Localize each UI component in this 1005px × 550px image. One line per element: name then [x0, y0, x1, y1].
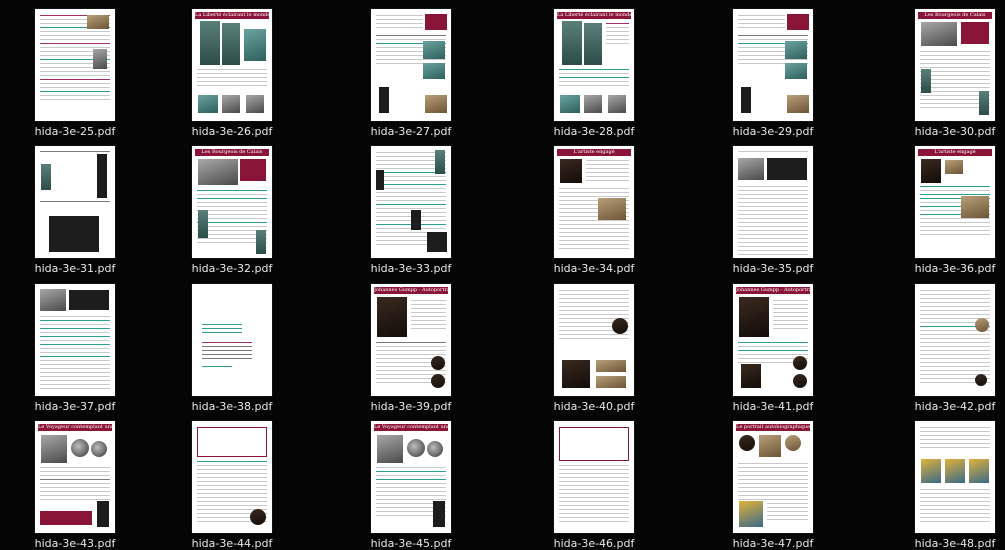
- file-name: hida-3e-30.pdf: [914, 125, 996, 138]
- pdf-thumbnail-icon[interactable]: [554, 421, 634, 533]
- page-banner: Johannes Gumpp - Autoportrait: [374, 287, 448, 294]
- file-name: hida-3e-33.pdf: [370, 262, 452, 275]
- page-banner: L'artiste engagé: [918, 149, 992, 156]
- file-name: hida-3e-31.pdf: [34, 262, 116, 275]
- pdf-thumbnail-icon[interactable]: Les Bourgeois de Calais: [915, 9, 995, 121]
- file-name: hida-3e-25.pdf: [34, 125, 116, 138]
- page-banner: Le Voyageur contemplant une mer de nuage…: [374, 424, 448, 431]
- file-name: hida-3e-43.pdf: [34, 537, 116, 550]
- pdf-thumbnail-icon[interactable]: L'artiste engagé: [915, 146, 995, 258]
- pdf-thumbnail-icon[interactable]: [35, 9, 115, 121]
- file-name: hida-3e-45.pdf: [370, 537, 452, 550]
- pdf-thumbnail-icon[interactable]: Les Bourgeois de Calais: [192, 146, 272, 258]
- file-name: hida-3e-28.pdf: [553, 125, 635, 138]
- page-banner: Les Bourgeois de Calais: [918, 12, 992, 19]
- page-banner: Le portrait autobiographique: [736, 424, 810, 431]
- pdf-thumbnail-icon[interactable]: La Liberté éclairant le monde: [192, 9, 272, 121]
- file-name: hida-3e-42.pdf: [914, 400, 996, 413]
- file-name: hida-3e-27.pdf: [370, 125, 452, 138]
- pdf-thumbnail-icon[interactable]: [915, 284, 995, 396]
- file-name: hida-3e-36.pdf: [914, 262, 996, 275]
- file-name: hida-3e-38.pdf: [191, 400, 273, 413]
- pdf-thumbnail-icon[interactable]: Johannes Gumpp - Autoportrait: [733, 284, 813, 396]
- pdf-thumbnail-icon[interactable]: [733, 9, 813, 121]
- page-banner: Le Voyageur contemplant une mer de nuage…: [38, 424, 112, 431]
- file-name: hida-3e-41.pdf: [732, 400, 814, 413]
- file-name: hida-3e-39.pdf: [370, 400, 452, 413]
- pdf-thumbnail-icon[interactable]: Le portrait autobiographique: [733, 421, 813, 533]
- file-name: hida-3e-26.pdf: [191, 125, 273, 138]
- file-grid: hida-3e-25.pdf La Liberté éclairant le m…: [0, 0, 1005, 550]
- page-banner: Les Bourgeois de Calais: [195, 149, 269, 156]
- file-name: hida-3e-46.pdf: [553, 537, 635, 550]
- file-name: hida-3e-47.pdf: [732, 537, 814, 550]
- file-name: hida-3e-40.pdf: [553, 400, 635, 413]
- file-name: hida-3e-37.pdf: [34, 400, 116, 413]
- pdf-thumbnail-icon[interactable]: Le Voyageur contemplant une mer de nuage…: [35, 421, 115, 533]
- pdf-thumbnail-icon[interactable]: Johannes Gumpp - Autoportrait: [371, 284, 451, 396]
- page-banner: L'artiste engagé: [557, 149, 631, 156]
- page-banner: Johannes Gumpp - Autoportrait: [736, 287, 810, 294]
- file-name: hida-3e-32.pdf: [191, 262, 273, 275]
- file-name: hida-3e-29.pdf: [732, 125, 814, 138]
- pdf-thumbnail-icon[interactable]: [915, 421, 995, 533]
- pdf-thumbnail-icon[interactable]: [35, 284, 115, 396]
- pdf-thumbnail-icon[interactable]: L'artiste engagé: [554, 146, 634, 258]
- pdf-thumbnail-icon[interactable]: [733, 146, 813, 258]
- file-name: hida-3e-34.pdf: [553, 262, 635, 275]
- pdf-thumbnail-icon[interactable]: [192, 284, 272, 396]
- pdf-thumbnail-icon[interactable]: [371, 9, 451, 121]
- file-name: hida-3e-35.pdf: [732, 262, 814, 275]
- pdf-thumbnail-icon[interactable]: [371, 146, 451, 258]
- pdf-thumbnail-icon[interactable]: Le Voyageur contemplant une mer de nuage…: [371, 421, 451, 533]
- file-name: hida-3e-44.pdf: [191, 537, 273, 550]
- pdf-thumbnail-icon[interactable]: [554, 284, 634, 396]
- file-name: hida-3e-48.pdf: [914, 537, 996, 550]
- page-banner: La Liberté éclairant le monde: [557, 12, 631, 19]
- pdf-thumbnail-icon[interactable]: [192, 421, 272, 533]
- pdf-thumbnail-icon[interactable]: [35, 146, 115, 258]
- page-banner: La Liberté éclairant le monde: [195, 12, 269, 19]
- pdf-thumbnail-icon[interactable]: La Liberté éclairant le monde: [554, 9, 634, 121]
